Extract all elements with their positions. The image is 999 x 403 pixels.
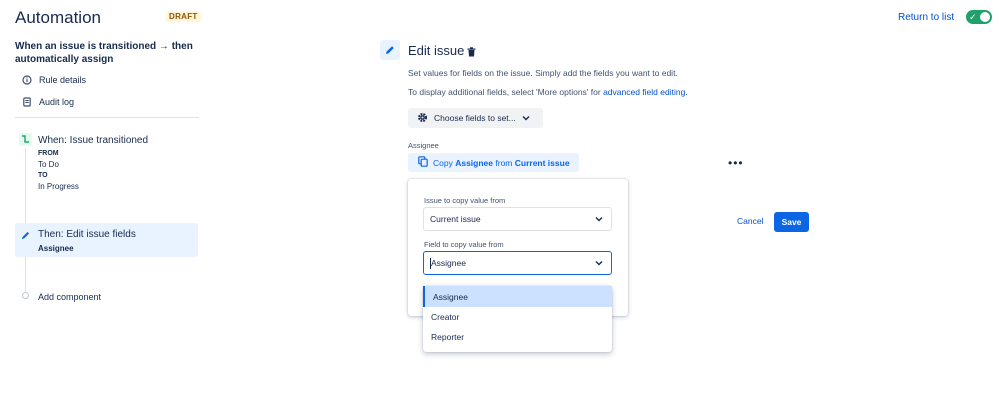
copy-value-text: Copy Assignee from Current issue — [433, 158, 570, 168]
return-to-list-link[interactable]: Return to list — [898, 12, 954, 23]
trash-icon[interactable] — [467, 44, 476, 62]
action-subtitle: Assignee — [38, 244, 74, 253]
issue-source-value: Current issue — [430, 214, 481, 224]
status-badge: DRAFT — [166, 11, 201, 22]
copy-prefix: Copy — [433, 157, 456, 168]
option-assignee[interactable]: Assignee — [423, 286, 612, 307]
panel-title: Edit issue — [408, 43, 465, 58]
issue-source-select[interactable]: Current issue — [423, 207, 612, 231]
action-title: Then: Edit issue fields — [38, 229, 136, 240]
chevron-down-icon — [595, 214, 603, 224]
add-component-link[interactable]: Add component — [38, 292, 101, 302]
field-label-assignee: Assignee — [408, 141, 439, 150]
copy-icon — [418, 156, 428, 169]
trigger-to-label: TO — [38, 172, 48, 179]
description-text: Set values for fields on the issue. Simp… — [408, 68, 678, 78]
choose-fields-label: Choose fields to set... — [434, 113, 516, 123]
add-component-dot — [22, 292, 29, 299]
chevron-down-icon — [522, 113, 530, 123]
gear-icon — [417, 112, 428, 125]
field-source-label: Field to copy value from — [424, 240, 504, 249]
copy-source: Current issue — [514, 157, 570, 168]
description-advanced-suffix: . — [685, 87, 688, 97]
description-advanced-prefix: To display additional fields, select 'Mo… — [408, 87, 604, 97]
cancel-button[interactable]: Cancel — [737, 216, 763, 226]
more-options-button[interactable]: ••• — [728, 156, 744, 170]
rule-name: When an issue is transitioned → then aut… — [15, 41, 193, 65]
pencil-icon — [20, 228, 31, 246]
copy-middle: from — [493, 157, 515, 168]
field-source-select[interactable]: Assignee — [423, 251, 612, 275]
save-button[interactable]: Save — [774, 212, 809, 232]
copy-field: Assignee — [455, 157, 494, 168]
flow-connector — [25, 148, 26, 293]
audit-log-label: Audit log — [39, 97, 75, 107]
trigger-from-value: To Do — [38, 160, 59, 169]
trigger-to-value: In Progress — [38, 182, 79, 191]
sidebar-divider — [15, 117, 199, 118]
field-source-value: Assignee — [431, 258, 466, 268]
trigger-title[interactable]: When: Issue transitioned — [38, 135, 148, 146]
trigger-from-label: FROM — [38, 150, 59, 157]
issue-source-label: Issue to copy value from — [424, 196, 506, 205]
rule-details-link[interactable]: Rule details — [22, 75, 86, 85]
edit-pencil-icon — [380, 40, 400, 60]
rule-details-label: Rule details — [39, 75, 87, 85]
choose-fields-button[interactable]: Choose fields to set... — [408, 108, 543, 128]
option-creator[interactable]: Creator — [423, 306, 612, 327]
advanced-field-editing-link[interactable]: advanced field editing — [603, 87, 685, 97]
page-title: Automation — [15, 8, 101, 27]
info-icon — [22, 75, 32, 85]
description-advanced: To display additional fields, select 'Mo… — [408, 87, 688, 97]
option-reporter[interactable]: Reporter — [423, 326, 612, 347]
transition-icon — [19, 133, 32, 146]
audit-log-link[interactable]: Audit log — [22, 97, 74, 107]
toggle-knob — [980, 12, 990, 22]
check-icon: ✓ — [969, 12, 977, 22]
chevron-down-icon — [595, 258, 603, 268]
document-icon — [22, 97, 32, 107]
copy-value-button[interactable]: Copy Assignee from Current issue — [408, 153, 579, 172]
rule-enabled-toggle[interactable]: ✓ — [966, 10, 992, 24]
